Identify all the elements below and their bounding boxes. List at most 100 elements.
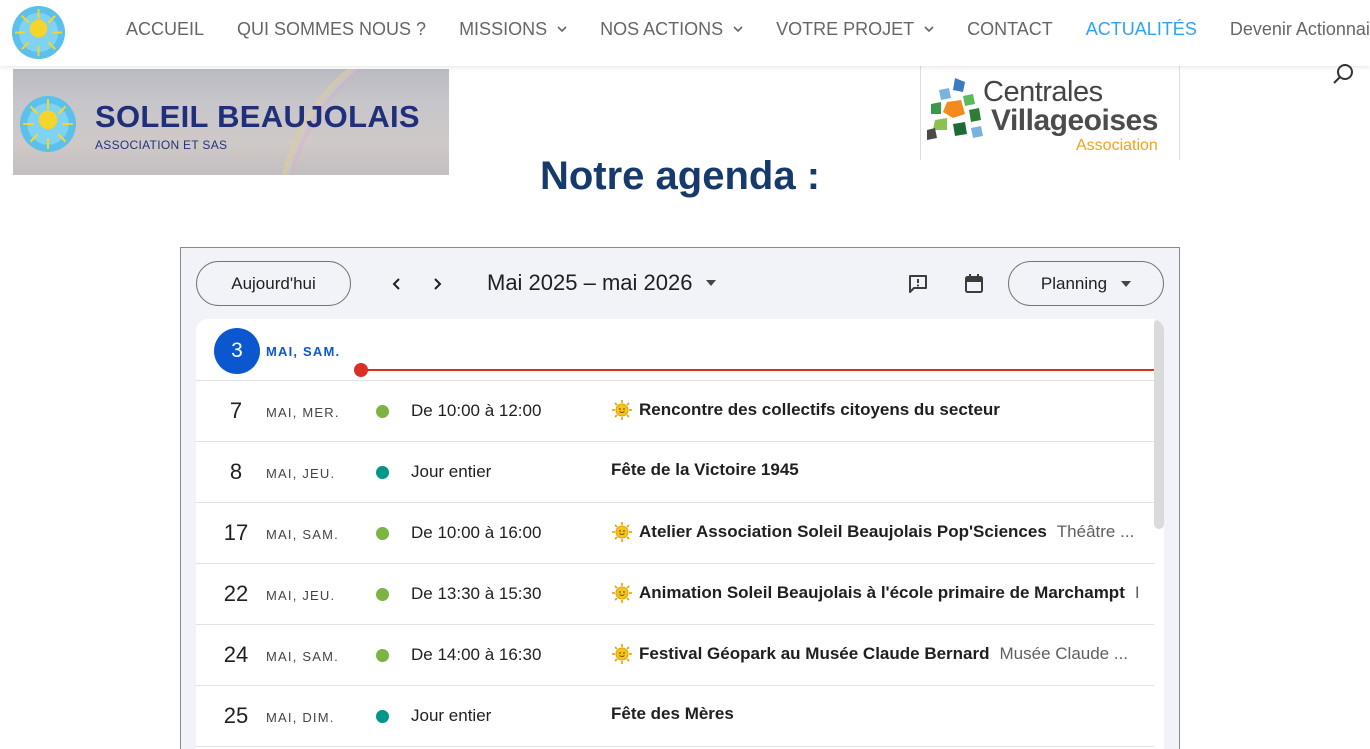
event-row[interactable]: 24 MAI, SAM. De 14:00 à 16:30 Festival Géop…	[196, 625, 1154, 686]
event-weekday: MAI, JEU.	[266, 466, 336, 481]
today-button-label: Aujourd'hui	[231, 273, 316, 293]
nav-item-qui-sommes-nous[interactable]: QUI SOMMES NOUS ?	[237, 19, 426, 40]
event-color-dot	[376, 649, 389, 662]
event-time: De 13:30 à 15:30	[411, 584, 542, 603]
event-row[interactable]: 8 MAI, JEU. Jour entier Fête de la Victoire…	[196, 442, 1154, 503]
chevron-down-icon	[557, 26, 567, 33]
feedback-button[interactable]	[904, 270, 932, 298]
event-location: I	[1134, 583, 1140, 602]
event-title: Festival Géopark au Musée Claude Bernard	[639, 644, 990, 663]
event-location: Musée Claude ...	[999, 644, 1129, 663]
chevron-left-icon	[392, 278, 400, 290]
sun-icon	[612, 583, 632, 603]
nav-label: ACTUALITÉS	[1085, 18, 1197, 39]
date-range-label: Mai 2025 – mai 2026	[487, 270, 693, 295]
today-weekday: MAI, SAM.	[266, 344, 341, 359]
nav-label: ACCUEIL	[126, 18, 205, 39]
today-button[interactable]: Aujourd'hui	[196, 261, 351, 306]
chevron-down-icon	[733, 26, 743, 33]
site-logo[interactable]	[11, 5, 66, 60]
nav-item-contact[interactable]: CONTACT	[967, 19, 1053, 40]
event-title: Fête de la Victoire 1945	[611, 460, 799, 479]
calendar-icon	[965, 274, 983, 293]
event-title-group[interactable]: Animation Soleil Beaujolais à l'école pr…	[611, 582, 1140, 604]
event-color-dot	[376, 466, 389, 479]
event-time: Jour entier	[411, 706, 492, 725]
event-row[interactable]: 25 MAI, DIM. Jour entier Fête des Mères	[196, 686, 1154, 747]
event-title-group[interactable]: Rencontre des collectifs citoyens du sec…	[611, 399, 1000, 421]
previous-button[interactable]	[383, 270, 411, 298]
event-weekday: MAI, DIM.	[266, 710, 335, 725]
event-title-group[interactable]: Atelier Association Soleil Beaujolais Po…	[611, 521, 1134, 543]
event-weekday: MAI, JEU.	[266, 588, 336, 603]
nav-item-devenir-actionnaire[interactable]: Devenir Actionnaire	[1230, 19, 1370, 40]
centrales-villageoises-logo[interactable]: Centrales Villageoises Association	[920, 64, 1180, 160]
event-color-dot	[376, 405, 389, 418]
event-title: Atelier Association Soleil Beaujolais Po…	[639, 522, 1047, 541]
event-title: Animation Soleil Beaujolais à l'école pr…	[639, 583, 1125, 602]
banner-title: SOLEIL BEAUJOLAIS	[95, 99, 420, 134]
today-row: 3 MAI, SAM.	[196, 319, 1154, 381]
view-selector-button[interactable]: Planning	[1008, 261, 1164, 306]
today-date-badge[interactable]: 3	[214, 328, 260, 374]
event-day[interactable]: 17	[196, 520, 276, 546]
event-day[interactable]: 25	[196, 703, 276, 729]
event-day[interactable]: 24	[196, 642, 276, 668]
main-menu: ACCUEIL QUI SOMMES NOUS ? MISSIONS NOS A…	[126, 0, 1370, 58]
event-title: Fête des Mères	[611, 704, 734, 723]
sun-icon	[612, 644, 632, 664]
event-row[interactable]: 17 MAI, SAM. De 10:00 à 16:00 Atelier Assoc…	[196, 503, 1154, 564]
banner-subtitle: ASSOCIATION ET SAS	[95, 138, 228, 152]
chevron-right-icon	[434, 278, 442, 290]
event-weekday: MAI, SAM.	[266, 649, 339, 664]
event-color-dot	[376, 588, 389, 601]
event-color-dot	[376, 710, 389, 723]
event-weekday: MAI, MER.	[266, 405, 340, 420]
next-button[interactable]	[423, 270, 451, 298]
event-time: De 10:00 à 12:00	[411, 401, 542, 420]
chevron-down-icon	[924, 26, 934, 33]
nav-label: VOTRE PROJET	[776, 18, 915, 39]
event-day[interactable]: 8	[196, 459, 276, 485]
hexagon-mosaic-icon	[927, 78, 983, 140]
current-time-line	[361, 369, 1154, 371]
nav-item-actualites[interactable]: ACTUALITÉS	[1086, 19, 1197, 40]
sun-icon	[612, 522, 632, 542]
event-day[interactable]: 7	[196, 398, 276, 424]
event-day[interactable]: 22	[196, 581, 276, 607]
agenda-list: 3 MAI, SAM. 7 MAI, MER. De 10:00 à 12:00 Re…	[196, 319, 1164, 749]
event-title-group[interactable]: Fête des Mères	[611, 704, 734, 724]
nav-label: NOS ACTIONS	[600, 18, 724, 39]
event-time: De 10:00 à 16:00	[411, 523, 542, 542]
nav-item-accueil[interactable]: ACCUEIL	[126, 19, 204, 40]
embedded-calendar: Aujourd'hui Mai 2025 – mai 2026 Planning…	[180, 247, 1180, 749]
calendar-toolbar: Aujourd'hui Mai 2025 – mai 2026 Planning	[181, 248, 1179, 318]
scrollbar[interactable]	[1154, 319, 1164, 529]
event-time: Jour entier	[411, 462, 492, 481]
event-title-group[interactable]: Fête de la Victoire 1945	[611, 460, 799, 480]
banner-logo	[20, 96, 76, 152]
partner-logo-line2: Villageoises	[991, 104, 1158, 137]
nav-label: QUI SOMMES NOUS ?	[237, 18, 427, 39]
nav-item-missions[interactable]: MISSIONS	[459, 19, 567, 40]
event-time: De 14:00 à 16:30	[411, 645, 542, 664]
event-weekday: MAI, SAM.	[266, 527, 339, 542]
event-title-group[interactable]: Festival Géopark au Musée Claude Bernard…	[611, 643, 1128, 665]
top-navigation-bar: ACCUEIL QUI SOMMES NOUS ? MISSIONS NOS A…	[0, 0, 1370, 66]
event-title: Rencontre des collectifs citoyens du sec…	[639, 400, 1000, 419]
nav-item-votre-projet[interactable]: VOTRE PROJET	[776, 19, 934, 40]
open-calendar-button[interactable]	[960, 270, 988, 298]
event-row[interactable]: 22 MAI, JEU. De 13:30 à 15:30 Animation Sol…	[196, 564, 1154, 625]
nav-item-nos-actions[interactable]: NOS ACTIONS	[600, 19, 743, 40]
page-heading: Notre agenda :	[539, 154, 821, 198]
feedback-icon	[909, 275, 927, 293]
partner-logo-line3: Association	[1076, 137, 1158, 154]
event-color-dot	[376, 527, 389, 540]
caret-down-icon	[706, 280, 717, 286]
nav-label: MISSIONS	[459, 18, 548, 39]
nav-label: CONTACT	[967, 18, 1053, 39]
view-selector-label: Planning	[1040, 273, 1108, 293]
event-row[interactable]: 7 MAI, MER. De 10:00 à 12:00 Rencontre des …	[196, 381, 1154, 442]
search-icon[interactable]	[1331, 62, 1355, 86]
date-range-selector[interactable]: Mai 2025 – mai 2026	[487, 270, 717, 296]
